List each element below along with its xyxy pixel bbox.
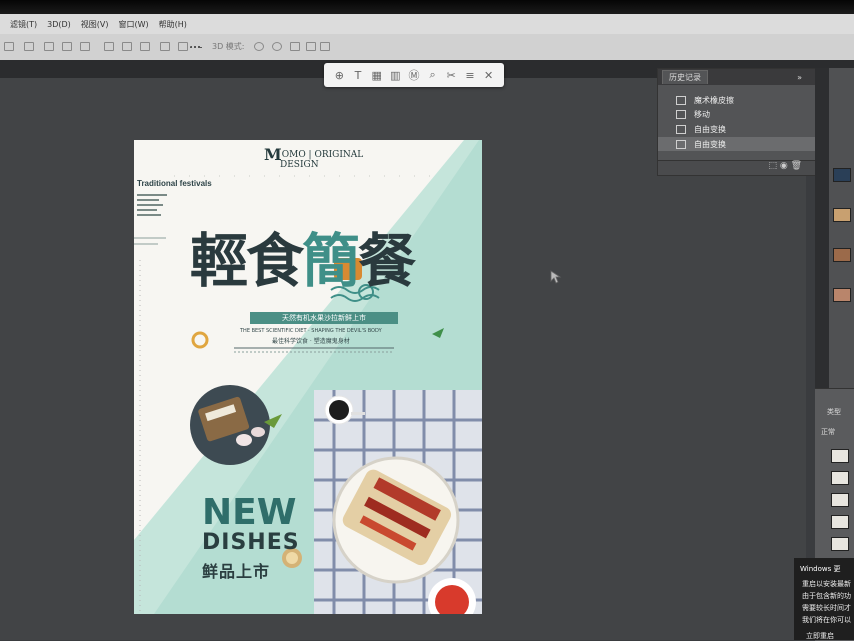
poster-new: NEW — [202, 492, 297, 533]
monitor-bezel — [0, 0, 854, 14]
history-step-selected[interactable]: 自由变换 — [658, 137, 816, 151]
toast-title: Windows 更 — [800, 565, 841, 573]
blend-mode[interactable]: 正常 — [821, 427, 835, 437]
align-right-icon[interactable] — [44, 42, 54, 51]
history-panel: 历史记录 » 魔术橡皮擦 移动 自由变换 自由变换 ⬚ ◉ 🗑 — [657, 68, 817, 176]
scissors-icon[interactable]: ✂ — [444, 69, 458, 82]
3d-mode-label: 3D 模式: — [212, 42, 245, 51]
swatch-thumb[interactable] — [833, 168, 851, 182]
brand-text: OMO | ORIGINAL — [281, 150, 364, 160]
distribute-center-icon[interactable] — [80, 42, 90, 51]
menu-3d[interactable]: 3D(D) — [47, 20, 71, 29]
headline-char-3: 簡 — [302, 227, 360, 295]
floating-toolbar: ⊕ T ▦ ▥ Ⓜ ⌕ ✂ ≡ ✕ — [324, 63, 504, 87]
magic-eraser-icon — [676, 95, 686, 105]
headline-char-4: 餐 — [358, 227, 416, 295]
distribute-top-icon[interactable] — [160, 42, 170, 51]
brand-text-2: DESIGN — [280, 160, 319, 170]
text-icon[interactable]: T — [351, 69, 365, 82]
headline-char-2: 食 — [246, 227, 304, 295]
history-tab[interactable]: 历史记录 — [662, 70, 708, 84]
more-options-icon[interactable] — [190, 46, 202, 55]
poster-subline-en: THE BEST SCIENTIFIC DIET · SHAPING THE D… — [240, 328, 382, 334]
3d-roll-icon[interactable] — [272, 42, 282, 51]
free-transform-icon — [676, 139, 686, 149]
3d-scale-icon[interactable] — [320, 42, 330, 51]
3d-slide-icon[interactable] — [306, 42, 316, 51]
distribute-left-icon[interactable] — [62, 42, 72, 51]
layer-thumbnail[interactable] — [831, 493, 849, 507]
history-panel-footer: ⬚ ◉ 🗑 — [658, 160, 816, 175]
menu-filter[interactable]: 滤镜(T) — [10, 19, 37, 30]
options-bar: 3D 模式: — [0, 34, 854, 61]
poster-subline-cn: 最佳科学饮食 · 塑造魔鬼身材 — [272, 338, 350, 345]
mouse-cursor-icon — [550, 270, 562, 284]
poster-headline: 輕食簡餐 — [190, 214, 416, 298]
crosshair-icon[interactable]: ⊕ — [332, 69, 346, 82]
history-footer-icons[interactable]: ⬚ ◉ 🗑 — [768, 161, 802, 171]
mask-icon[interactable]: Ⓜ — [407, 67, 421, 83]
swatch-thumb[interactable] — [833, 248, 851, 262]
poster-fresh: 鲜品上市 — [202, 562, 271, 581]
history-step[interactable]: 自由变换 — [676, 122, 726, 136]
align-center-icon[interactable] — [24, 42, 34, 51]
windows-update-toast[interactable]: Windows 更 重启以安装最新 由于包含新的功 需要较长时间才 我们将在你可… — [794, 558, 854, 640]
move-icon — [676, 109, 686, 119]
toast-line: 重启以安装最新 — [802, 580, 851, 588]
history-step-label: 自由变换 — [694, 139, 726, 149]
poster-background — [134, 140, 482, 614]
toast-line: 需要较长时间才 — [802, 604, 851, 612]
menu-view[interactable]: 视图(V) — [81, 19, 109, 30]
collapse-icon[interactable]: » — [797, 73, 802, 82]
align-bottom-icon[interactable] — [140, 42, 150, 51]
poster-tagline: Traditional festivals — [137, 179, 212, 188]
menu-bar: 滤镜(T) 3D(D) 视图(V) 窗口(W) 帮助(H) — [0, 14, 854, 34]
menu-window[interactable]: 窗口(W) — [119, 19, 149, 30]
poster-canvas[interactable]: MOMO | ORIGINAL DESIGN Traditional festi… — [134, 140, 482, 614]
close-icon[interactable]: ✕ — [482, 69, 496, 82]
menu-icon[interactable]: ≡ — [463, 69, 477, 82]
toast-line: 我们将在你可以 — [802, 616, 851, 624]
layer-thumbnail[interactable] — [831, 449, 849, 463]
free-transform-icon — [676, 124, 686, 134]
3d-rotate-icon[interactable] — [254, 42, 264, 51]
layer-filter[interactable]: 类型 — [827, 407, 841, 417]
search-icon[interactable]: ⌕ — [426, 68, 440, 82]
toast-line: 由于包含新的功 — [802, 592, 851, 600]
3d-pan-icon[interactable] — [290, 42, 300, 51]
layer-thumbnail[interactable] — [831, 537, 849, 551]
swatch-thumb[interactable] — [833, 208, 851, 222]
history-panel-header: 历史记录 » — [658, 69, 816, 85]
poster-ribbon: 天然有机水果沙拉新鲜上市 — [250, 312, 398, 324]
history-step[interactable]: 魔术橡皮擦 — [676, 93, 734, 107]
menu-help[interactable]: 帮助(H) — [159, 19, 187, 30]
tagline-text-lines — [137, 194, 167, 219]
columns-icon[interactable]: ▥ — [388, 69, 402, 82]
brand-logo: MOMO | ORIGINAL DESIGN — [264, 147, 364, 171]
layer-thumbnail[interactable] — [831, 471, 849, 485]
align-top-icon[interactable] — [104, 42, 114, 51]
history-step-label: 自由变换 — [694, 124, 726, 134]
align-middle-icon[interactable] — [122, 42, 132, 51]
swatch-thumb[interactable] — [833, 288, 851, 302]
layer-thumbnail[interactable] — [831, 515, 849, 529]
distribute-bottom-icon[interactable] — [178, 42, 188, 51]
poster-dishes: DISHES — [202, 530, 300, 555]
history-step[interactable]: 移动 — [676, 107, 710, 121]
history-step-label: 移动 — [694, 109, 710, 119]
history-step-label: 魔术橡皮擦 — [694, 95, 734, 105]
grid-icon[interactable]: ▦ — [370, 69, 384, 82]
headline-char-1: 輕 — [190, 227, 248, 295]
align-left-icon[interactable] — [4, 42, 14, 51]
